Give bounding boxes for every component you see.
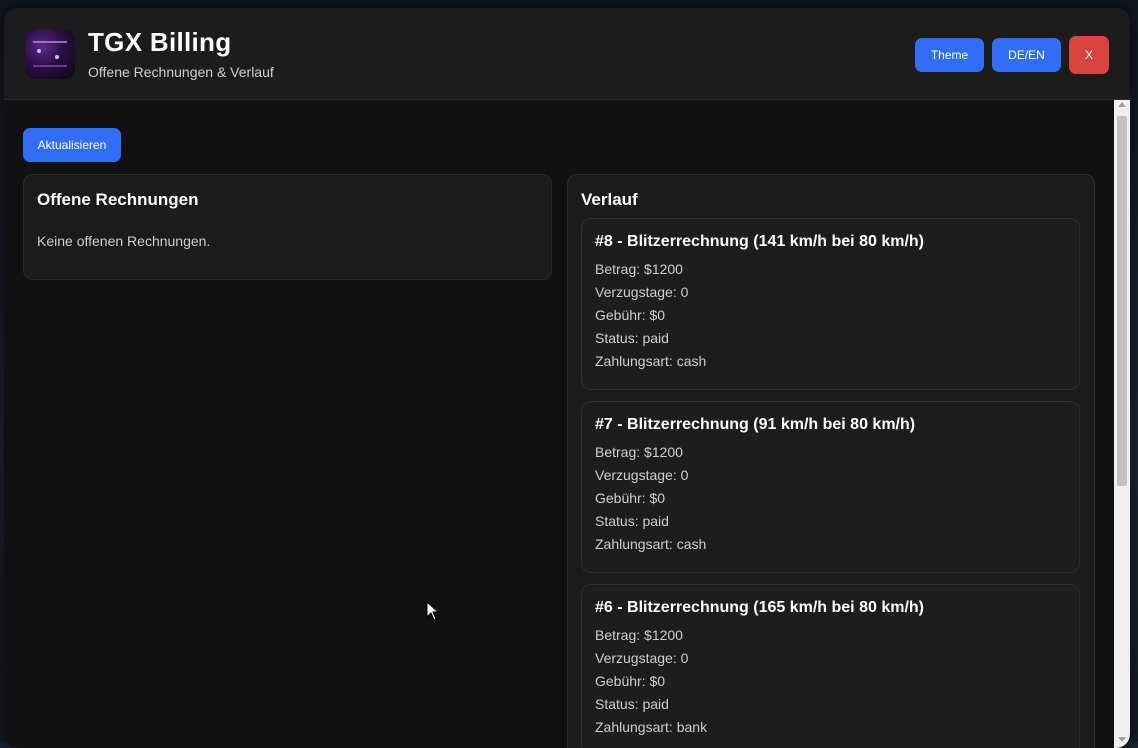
history-invoice-card: #8 - Blitzerrechnung (141 km/h bei 80 km… [581,218,1080,390]
scroll-up-arrow-icon[interactable] [1118,102,1126,107]
invoice-amount: Betrag: $1200 [595,261,683,277]
close-button[interactable]: X [1069,36,1109,74]
main-content: Aktualisieren Offene Rechnungen Keine of… [4,100,1114,748]
logo-dot [55,55,59,59]
invoice-payment-method: Zahlungsart: bank [595,719,707,735]
refresh-button[interactable]: Aktualisieren [23,128,121,162]
header: TGX Billing Offene Rechnungen & Verlauf … [4,8,1130,100]
scrollbar-thumb[interactable] [1117,116,1127,486]
invoice-status: Status: paid [595,696,669,712]
invoice-status: Status: paid [595,330,669,346]
invoice-fee: Gebühr: $0 [595,307,665,323]
app-title: TGX Billing [88,27,231,58]
billing-window: TGX Billing Offene Rechnungen & Verlauf … [4,8,1130,748]
history-invoice-card: #6 - Blitzerrechnung (165 km/h bei 80 km… [581,584,1080,748]
app-subtitle: Offene Rechnungen & Verlauf [88,64,274,80]
invoice-payment-method: Zahlungsart: cash [595,536,706,552]
open-invoices-empty-text: Keine offenen Rechnungen. [37,233,210,249]
invoice-title: #8 - Blitzerrechnung (141 km/h bei 80 km… [595,233,924,251]
open-invoices-panel: Offene Rechnungen Keine offenen Rechnung… [23,174,552,280]
logo-mark [33,41,67,67]
invoice-title: #7 - Blitzerrechnung (91 km/h bei 80 km/… [595,416,915,434]
vertical-scrollbar[interactable] [1114,100,1130,748]
history-panel: Verlauf #8 - Blitzerrechnung (141 km/h b… [567,174,1095,748]
invoice-fee: Gebühr: $0 [595,490,665,506]
scroll-down-arrow-icon[interactable] [1118,737,1126,742]
invoice-fee: Gebühr: $0 [595,673,665,689]
invoice-title: #6 - Blitzerrechnung (165 km/h bei 80 km… [595,599,924,617]
history-title: Verlauf [581,190,638,210]
invoice-amount: Betrag: $1200 [595,627,683,643]
invoice-delay-days: Verzugstage: 0 [595,284,688,300]
language-toggle-button[interactable]: DE/EN [992,38,1061,72]
history-invoice-card: #7 - Blitzerrechnung (91 km/h bei 80 km/… [581,401,1080,573]
invoice-status: Status: paid [595,513,669,529]
open-invoices-title: Offene Rechnungen [37,190,199,210]
cursor-arrow-icon [426,601,440,621]
theme-button[interactable]: Theme [915,38,984,72]
invoice-delay-days: Verzugstage: 0 [595,467,688,483]
logo-dot [37,49,41,53]
invoice-amount: Betrag: $1200 [595,444,683,460]
invoice-delay-days: Verzugstage: 0 [595,650,688,666]
invoice-payment-method: Zahlungsart: cash [595,353,706,369]
app-logo [25,29,75,79]
